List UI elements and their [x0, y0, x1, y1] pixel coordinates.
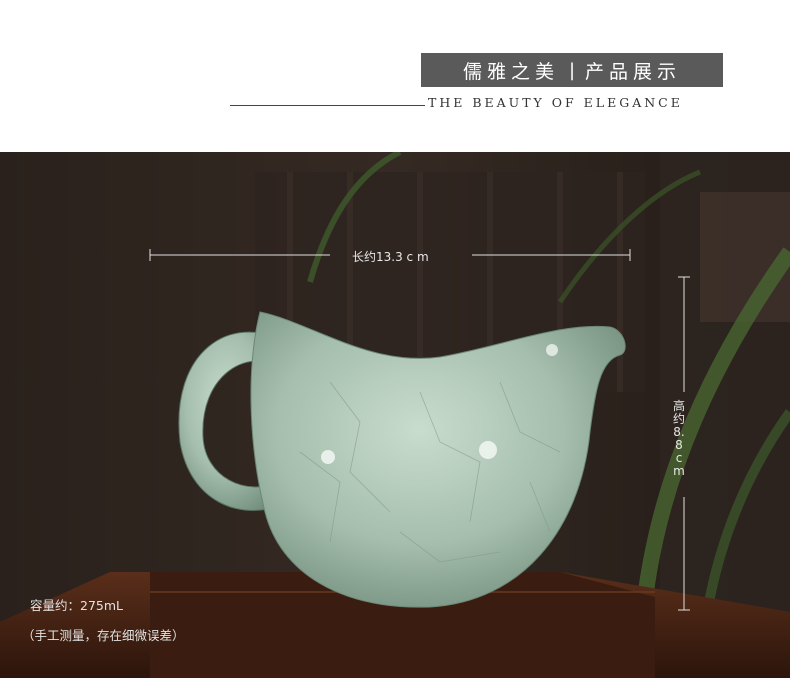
header: 儒雅之美 | 产品展示 THE BEAUTY OF ELEGANCE: [0, 0, 790, 152]
measurement-note: （手工测量，存在细微误差）: [22, 628, 185, 643]
title-band: 儒雅之美 | 产品展示: [421, 53, 723, 87]
title-left: 儒雅之美: [462, 60, 559, 83]
length-label: 长约13.3 c m: [352, 250, 429, 264]
title-rule: [230, 105, 425, 106]
right-panel-carving: [700, 192, 790, 322]
highlight-spout: [546, 344, 558, 356]
page: 儒雅之美 | 产品展示 THE BEAUTY OF ELEGANCE 长约13.…: [0, 0, 790, 678]
title-right: 产品展示: [585, 60, 682, 83]
highlight-left: [321, 450, 335, 464]
title-divider: |: [568, 59, 576, 81]
product-photo: 长约13.3 c m 高约8.8 c m 容量约：275mL （手工测量，存在细…: [0, 152, 790, 678]
height-label: 高约8.8 c m: [672, 399, 685, 478]
highlight-center: [479, 441, 497, 459]
subtitle: THE BEAUTY OF ELEGANCE: [428, 95, 683, 110]
capacity-label: 容量约：275mL: [30, 598, 123, 613]
